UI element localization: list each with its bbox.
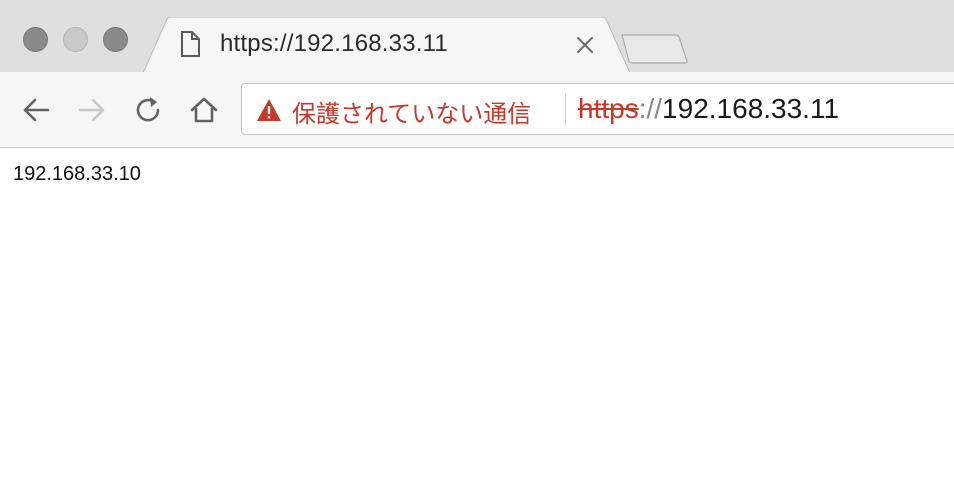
home-icon[interactable] — [188, 94, 220, 126]
url-separator: :// — [638, 93, 663, 124]
active-tab[interactable]: https://192.168.33.11 — [143, 17, 630, 73]
back-arrow-icon[interactable] — [20, 94, 52, 126]
window-close-button[interactable] — [23, 27, 48, 52]
reload-icon[interactable] — [132, 94, 164, 126]
toolbar: 保護されていない通信 https://192.168.33.11 — [0, 72, 954, 148]
window-minimize-button[interactable] — [63, 27, 88, 52]
tab-strip: https://192.168.33.11 — [0, 0, 954, 73]
address-bar[interactable]: 保護されていない通信 https://192.168.33.11 — [241, 83, 954, 135]
url-text[interactable]: https://192.168.33.11 — [578, 93, 839, 125]
tab-close-icon[interactable] — [575, 35, 595, 55]
forward-arrow-icon[interactable] — [76, 94, 108, 126]
omnibox-divider — [565, 94, 566, 126]
tab-title: https://192.168.33.11 — [220, 30, 448, 57]
browser-window: https://192.168.33.11 保護されていない通信 https:/… — [0, 0, 954, 492]
warning-triangle-icon[interactable] — [256, 98, 282, 122]
page-body-text: 192.168.33.10 — [13, 163, 141, 185]
url-scheme: https — [578, 93, 639, 124]
security-status-label[interactable]: 保護されていない通信 — [292, 94, 531, 129]
page-content: 192.168.33.10 — [0, 148, 954, 492]
document-icon — [181, 31, 200, 57]
new-tab-button[interactable] — [620, 33, 690, 65]
window-maximize-button[interactable] — [103, 27, 128, 52]
url-host: 192.168.33.11 — [662, 93, 840, 124]
